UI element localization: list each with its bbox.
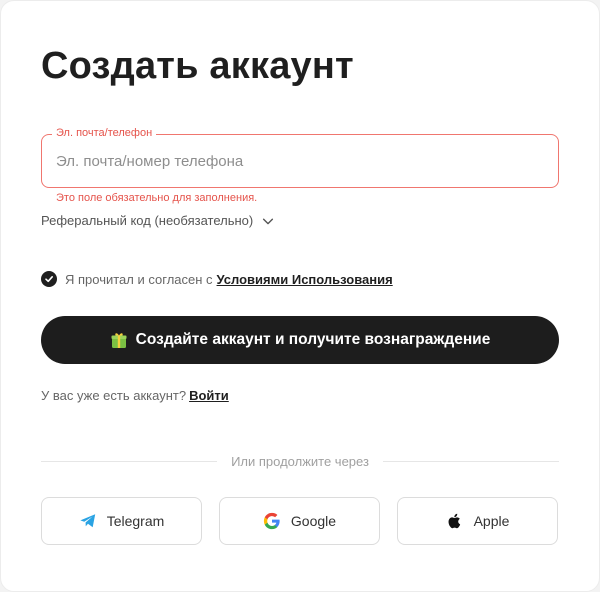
- gift-icon: [111, 333, 127, 348]
- divider-line-left: [41, 461, 218, 462]
- referral-label: Реферальный код (необязательно): [41, 213, 254, 228]
- telegram-icon: [80, 514, 95, 528]
- terms-checkbox[interactable]: [41, 271, 57, 287]
- field-error-message: Это поле обязательно для заполнения.: [56, 192, 258, 204]
- social-divider: Или продолжите через: [41, 454, 560, 469]
- create-account-button[interactable]: Создайте аккаунт и получите вознагражден…: [41, 316, 559, 364]
- signup-card: Создать аккаунт Эл. почта/телефон Это по…: [0, 0, 600, 592]
- apple-icon: [448, 513, 460, 529]
- login-prompt: У вас уже есть аккаунт? Войти: [41, 388, 229, 403]
- terms-text: Я прочитал и согласен с: [65, 271, 213, 287]
- terms-row: Я прочитал и согласен с Условиями Использ…: [41, 271, 393, 287]
- google-icon: [263, 512, 280, 530]
- divider-text: Или продолжите через: [231, 454, 369, 469]
- login-text: У вас уже есть аккаунт?: [41, 388, 187, 403]
- google-label: Google: [290, 513, 337, 529]
- telegram-label: Telegram: [106, 513, 165, 529]
- referral-code-toggle[interactable]: Реферальный код (необязательно): [41, 213, 275, 228]
- checkmark-icon: [45, 276, 53, 283]
- chevron-down-icon: [263, 218, 274, 224]
- apple-login-button[interactable]: Apple: [397, 497, 558, 545]
- email-phone-input[interactable]: [56, 135, 546, 187]
- page-title: Создать аккаунт: [41, 45, 354, 87]
- login-link[interactable]: Войти: [189, 388, 229, 403]
- apple-label: Apple: [473, 513, 510, 529]
- terms-link[interactable]: Условиями Использования: [217, 272, 393, 287]
- divider-line-right: [382, 461, 560, 462]
- telegram-login-button[interactable]: Telegram: [41, 497, 202, 545]
- google-login-button[interactable]: Google: [219, 497, 380, 545]
- email-phone-field[interactable]: Эл. почта/телефон: [41, 127, 559, 188]
- create-account-label: Создайте аккаунт и получите вознагражден…: [135, 331, 491, 348]
